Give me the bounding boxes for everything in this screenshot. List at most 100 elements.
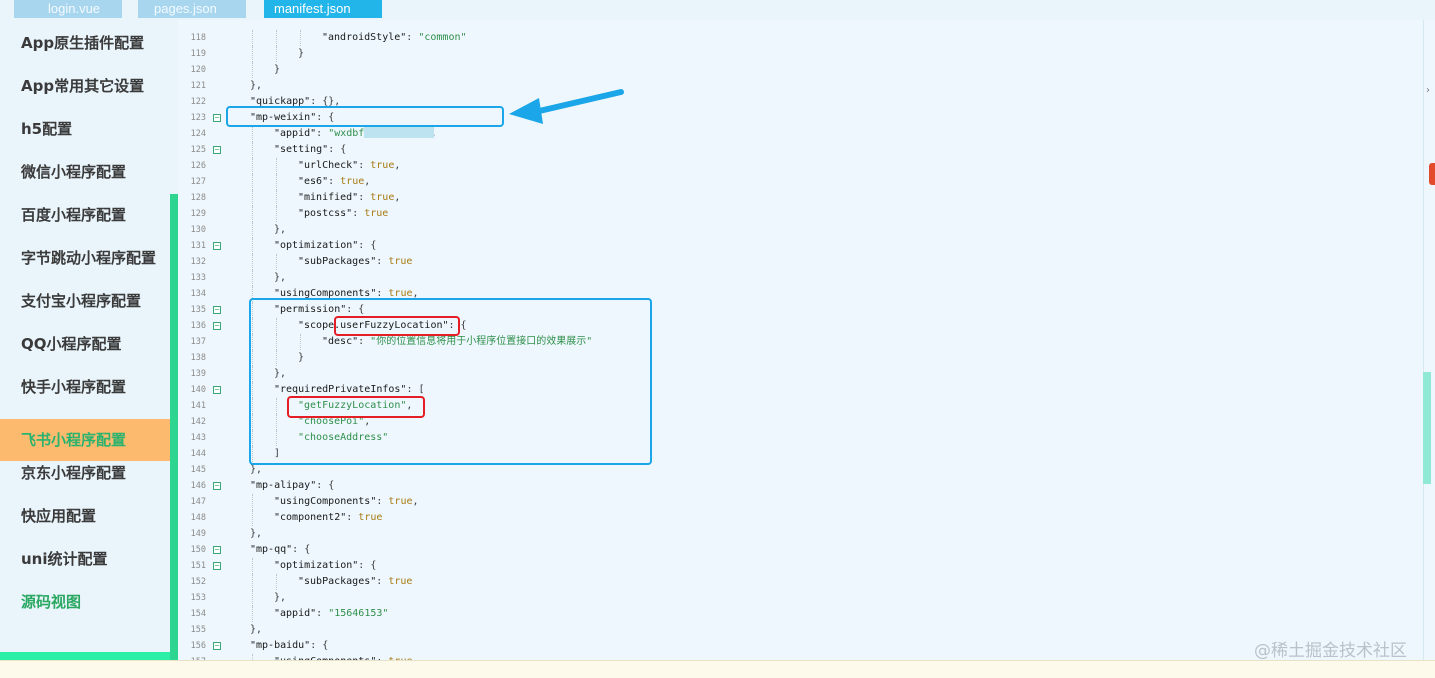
sidebar-item-source-view[interactable]: 源码视图	[0, 591, 170, 631]
code-line[interactable]: 149},	[178, 526, 1423, 542]
code-line[interactable]: 156− "mp-baidu": {	[178, 638, 1423, 654]
indent-guide	[252, 270, 253, 286]
code-line[interactable]: 121},	[178, 78, 1423, 94]
line-number: 136	[190, 321, 206, 331]
line-number: 148	[190, 513, 206, 523]
line-number: 125	[190, 145, 206, 155]
code-line[interactable]: 128 "minified": true,	[178, 190, 1423, 206]
line-number: 141	[190, 401, 206, 411]
fold-minus-icon[interactable]: −	[213, 562, 221, 570]
code-line[interactable]: 153},	[178, 590, 1423, 606]
sidebar-item-kuaishou[interactable]: 快手小程序配置	[0, 376, 170, 416]
code-line[interactable]: 127 "es6": true,	[178, 174, 1423, 190]
sidebar-item-jd[interactable]: 京东小程序配置	[0, 462, 170, 502]
code-line[interactable]: 120}	[178, 62, 1423, 78]
indent-guide	[252, 574, 253, 590]
indent-guide	[252, 158, 253, 174]
fold-minus-icon[interactable]: −	[213, 482, 221, 490]
line-number: 138	[190, 353, 206, 363]
line-number: 129	[190, 209, 206, 219]
line-number: 130	[190, 225, 206, 235]
code-text: },	[274, 272, 287, 283]
code-line[interactable]: 155},	[178, 622, 1423, 638]
indent-guide	[252, 238, 253, 254]
code-line[interactable]: 125− "setting": {	[178, 142, 1423, 158]
sidebar-item-app-native-plugins[interactable]: App原生插件配置	[0, 32, 170, 72]
indent-guide	[252, 222, 253, 238]
indent-guide	[252, 30, 253, 46]
error-marker	[1429, 163, 1435, 185]
line-number: 144	[190, 449, 206, 459]
code-line[interactable]: 146− "mp-alipay": {	[178, 478, 1423, 494]
line-number: 134	[190, 289, 206, 299]
code-text: "androidStyle": "common"	[322, 32, 467, 43]
indent-guide	[276, 190, 277, 206]
editor-vertical-scrollbar[interactable]	[1423, 20, 1435, 660]
fold-minus-icon[interactable]: −	[213, 642, 221, 650]
code-line[interactable]: 131− "optimization": {	[178, 238, 1423, 254]
fold-minus-icon[interactable]: −	[213, 322, 221, 330]
line-number: 155	[190, 625, 206, 635]
sidebar-item-alipay[interactable]: 支付宝小程序配置	[0, 290, 170, 330]
line-number: 119	[190, 49, 206, 59]
sidebar-item-uni-stat[interactable]: uni统计配置	[0, 548, 170, 588]
indent-guide	[276, 174, 277, 190]
arrow-annotation-icon	[509, 89, 624, 124]
indent-guide	[252, 46, 253, 62]
code-line[interactable]: 154 "appid": "15646153"	[178, 606, 1423, 622]
indent-guide	[252, 174, 253, 190]
sidebar-item-bytedance[interactable]: 字节跳动小程序配置	[0, 247, 170, 287]
line-number: 156	[190, 641, 206, 651]
code-line[interactable]: 147 "usingComponents": true,	[178, 494, 1423, 510]
fold-minus-icon[interactable]: −	[213, 242, 221, 250]
annotation-box-mp-weixin	[226, 106, 504, 127]
line-number: 142	[190, 417, 206, 427]
sidebar-item-app-other-settings[interactable]: App常用其它设置	[0, 75, 170, 115]
indent-guide	[252, 494, 253, 510]
fold-minus-icon[interactable]: −	[213, 386, 221, 394]
fold-minus-icon[interactable]: −	[213, 306, 221, 314]
code-text: "urlCheck": true,	[298, 160, 401, 171]
tab-manifest-json[interactable]: manifest.json	[264, 0, 382, 18]
fold-minus-icon[interactable]: −	[213, 546, 221, 554]
code-text: }	[298, 48, 305, 59]
code-line[interactable]: 133},	[178, 270, 1423, 286]
code-line[interactable]: 132 "subPackages": true	[178, 254, 1423, 270]
code-text: "optimization": {	[274, 560, 377, 571]
code-line[interactable]: 150− "mp-qq": {	[178, 542, 1423, 558]
code-line[interactable]: 118 "androidStyle": "common"	[178, 30, 1423, 46]
code-line[interactable]: 130},	[178, 222, 1423, 238]
sidebar-item-feishu[interactable]: 飞书小程序配置	[0, 419, 170, 461]
code-line[interactable]: 126 "urlCheck": true,	[178, 158, 1423, 174]
scrollbar-thumb[interactable]	[1423, 372, 1431, 484]
sidebar-item-h5[interactable]: h5配置	[0, 118, 170, 158]
indent-guide	[252, 558, 253, 574]
tab-login-vue[interactable]: login.vue	[14, 0, 122, 18]
line-number: 150	[190, 545, 206, 555]
fold-minus-icon[interactable]: −	[213, 146, 221, 154]
code-line[interactable]: 129 "postcss": true	[178, 206, 1423, 222]
sidebar-item-baidu[interactable]: 百度小程序配置	[0, 204, 170, 244]
code-line[interactable]: 151− "optimization": {	[178, 558, 1423, 574]
line-number: 133	[190, 273, 206, 283]
code-text: "subPackages": true	[298, 256, 413, 267]
sidebar-item-weixin[interactable]: 微信小程序配置	[0, 161, 170, 201]
code-line[interactable]: 148 "component2": true	[178, 510, 1423, 526]
code-text: "mp-baidu": {	[250, 640, 329, 651]
tab-pages-json[interactable]: pages.json	[138, 0, 246, 18]
code-text: "es6": true,	[298, 176, 371, 187]
sidebar-scroll-accent	[170, 194, 178, 660]
fold-minus-icon[interactable]: −	[213, 114, 221, 122]
code-text: },	[250, 528, 263, 539]
indent-guide	[252, 126, 253, 142]
code-line[interactable]: 119}	[178, 46, 1423, 62]
line-number: 118	[190, 33, 206, 43]
line-number: 149	[190, 529, 206, 539]
line-number: 122	[190, 97, 206, 107]
indent-guide	[252, 590, 253, 606]
code-line[interactable]: 152 "subPackages": true	[178, 574, 1423, 590]
line-number: 131	[190, 241, 206, 251]
sidebar-item-quickapp[interactable]: 快应用配置	[0, 505, 170, 545]
sidebar-item-qq[interactable]: QQ小程序配置	[0, 333, 170, 373]
indent-guide	[276, 30, 277, 46]
